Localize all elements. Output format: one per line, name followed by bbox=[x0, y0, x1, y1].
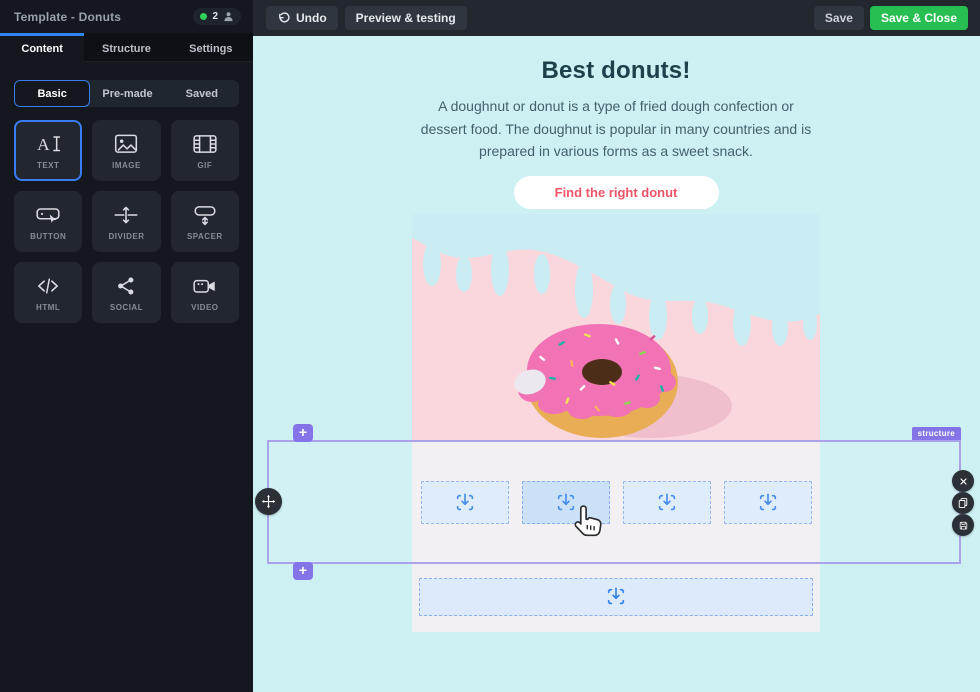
empty-container-row bbox=[412, 481, 820, 524]
save-structure-button[interactable] bbox=[952, 514, 974, 536]
save-close-button[interactable]: Save & Close bbox=[870, 6, 968, 30]
template-title: Template - Donuts bbox=[14, 10, 121, 24]
email-hero-image[interactable] bbox=[412, 214, 820, 448]
video-camera-icon bbox=[192, 274, 218, 298]
subtab-premade-label: Pre-made bbox=[102, 88, 152, 100]
copy-icon bbox=[957, 497, 969, 509]
save-floppy-icon bbox=[958, 520, 969, 531]
tab-settings-label: Settings bbox=[189, 43, 232, 55]
drop-zone[interactable] bbox=[421, 481, 509, 524]
tab-structure[interactable]: Structure bbox=[84, 33, 168, 61]
tab-structure-label: Structure bbox=[102, 43, 151, 55]
app-window: Template - Donuts 2 Content Structure Se… bbox=[0, 0, 980, 692]
block-tile-social[interactable]: SOCIAL bbox=[92, 262, 160, 323]
block-tile-label: HTML bbox=[36, 303, 60, 312]
move-icon bbox=[261, 494, 276, 509]
drop-content-icon bbox=[656, 492, 678, 514]
subtab-basic[interactable]: Basic bbox=[14, 80, 90, 107]
tab-content-label: Content bbox=[21, 43, 63, 55]
online-status-icon bbox=[200, 13, 207, 20]
undo-icon bbox=[277, 12, 290, 25]
sidebar: Template - Donuts 2 Content Structure Se… bbox=[0, 0, 253, 692]
copy-structure-button[interactable] bbox=[952, 492, 974, 514]
drop-content-icon bbox=[605, 586, 627, 608]
block-tile-label: SPACER bbox=[187, 232, 223, 241]
undo-label: Undo bbox=[296, 11, 327, 25]
email-heading-block[interactable]: Best donuts! bbox=[412, 57, 820, 85]
save-close-label: Save & Close bbox=[881, 11, 957, 25]
collaborators-badge[interactable]: 2 bbox=[193, 8, 241, 25]
block-tile-label: DIVIDER bbox=[109, 232, 145, 241]
top-toolbar: Undo Preview & testing Save Save & Close bbox=[253, 0, 980, 36]
collaborators-count: 2 bbox=[212, 11, 218, 22]
email-cta-button[interactable]: Find the right donut bbox=[514, 176, 719, 209]
block-tile-label: BUTTON bbox=[30, 232, 66, 241]
subtab-saved[interactable]: Saved bbox=[165, 80, 239, 107]
block-tile-label: VIDEO bbox=[191, 303, 218, 312]
person-icon bbox=[223, 11, 234, 22]
block-tile-label: IMAGE bbox=[112, 161, 141, 170]
sidebar-header: Template - Donuts 2 bbox=[0, 0, 253, 33]
email-column: Best donuts! A doughnut or donut is a ty… bbox=[412, 36, 820, 453]
drop-content-icon bbox=[555, 492, 577, 514]
undo-button[interactable]: Undo bbox=[266, 6, 338, 30]
block-tile-spacer[interactable]: SPACER bbox=[171, 191, 239, 252]
drop-zone-hovered[interactable] bbox=[522, 481, 610, 524]
email-text-block[interactable]: A doughnut or donut is a type of fried d… bbox=[418, 95, 814, 163]
subtab-basic-label: Basic bbox=[37, 88, 66, 100]
block-tile-html[interactable]: HTML bbox=[14, 262, 82, 323]
email-structure-body bbox=[412, 440, 820, 632]
move-structure-handle[interactable] bbox=[255, 488, 282, 515]
drop-content-icon bbox=[757, 492, 779, 514]
block-tile-label: GIF bbox=[197, 161, 212, 170]
block-category-switcher: Basic Pre-made Saved bbox=[14, 80, 239, 107]
gif-icon bbox=[192, 132, 218, 156]
image-icon bbox=[113, 132, 139, 156]
subtab-premade[interactable]: Pre-made bbox=[90, 80, 164, 107]
block-tile-text[interactable]: A TEXT bbox=[14, 120, 82, 181]
block-tile-divider[interactable]: DIVIDER bbox=[92, 191, 160, 252]
block-tile-gif[interactable]: GIF bbox=[171, 120, 239, 181]
delete-structure-button[interactable] bbox=[952, 470, 974, 492]
drop-zone[interactable] bbox=[724, 481, 812, 524]
block-tile-video[interactable]: VIDEO bbox=[171, 262, 239, 323]
sidebar-tabs: Content Structure Settings bbox=[0, 33, 253, 62]
block-tile-button[interactable]: BUTTON bbox=[14, 191, 82, 252]
save-label: Save bbox=[825, 11, 853, 25]
spacer-icon bbox=[192, 203, 218, 227]
drop-zone[interactable] bbox=[623, 481, 711, 524]
block-tile-label: SOCIAL bbox=[110, 303, 143, 312]
sidebar-content: Basic Pre-made Saved A TEXT bbox=[0, 62, 253, 323]
drop-zone-wide[interactable] bbox=[419, 578, 813, 616]
html-icon bbox=[35, 274, 61, 298]
text-icon: A bbox=[35, 132, 61, 156]
subtab-saved-label: Saved bbox=[186, 88, 218, 100]
button-icon bbox=[35, 203, 61, 227]
block-tiles-grid: A TEXT IMAGE bbox=[14, 120, 239, 323]
add-structure-above-button[interactable]: + bbox=[293, 424, 313, 442]
editor-canvas: Best donuts! A doughnut or donut is a ty… bbox=[253, 36, 980, 692]
drop-content-icon bbox=[454, 492, 476, 514]
structure-badge: structure bbox=[912, 427, 961, 440]
block-tile-image[interactable]: IMAGE bbox=[92, 120, 160, 181]
close-icon bbox=[959, 477, 968, 486]
svg-text:A: A bbox=[37, 134, 50, 153]
save-button[interactable]: Save bbox=[814, 6, 864, 30]
social-share-icon bbox=[113, 274, 139, 298]
block-tile-label: TEXT bbox=[37, 161, 59, 170]
preview-testing-button[interactable]: Preview & testing bbox=[345, 6, 467, 30]
divider-icon bbox=[113, 203, 139, 227]
tab-settings[interactable]: Settings bbox=[169, 33, 253, 61]
tab-content[interactable]: Content bbox=[0, 33, 84, 62]
toolbar-right: Save Save & Close bbox=[814, 6, 968, 30]
preview-label: Preview & testing bbox=[356, 11, 456, 25]
add-structure-below-button[interactable]: + bbox=[293, 562, 313, 580]
